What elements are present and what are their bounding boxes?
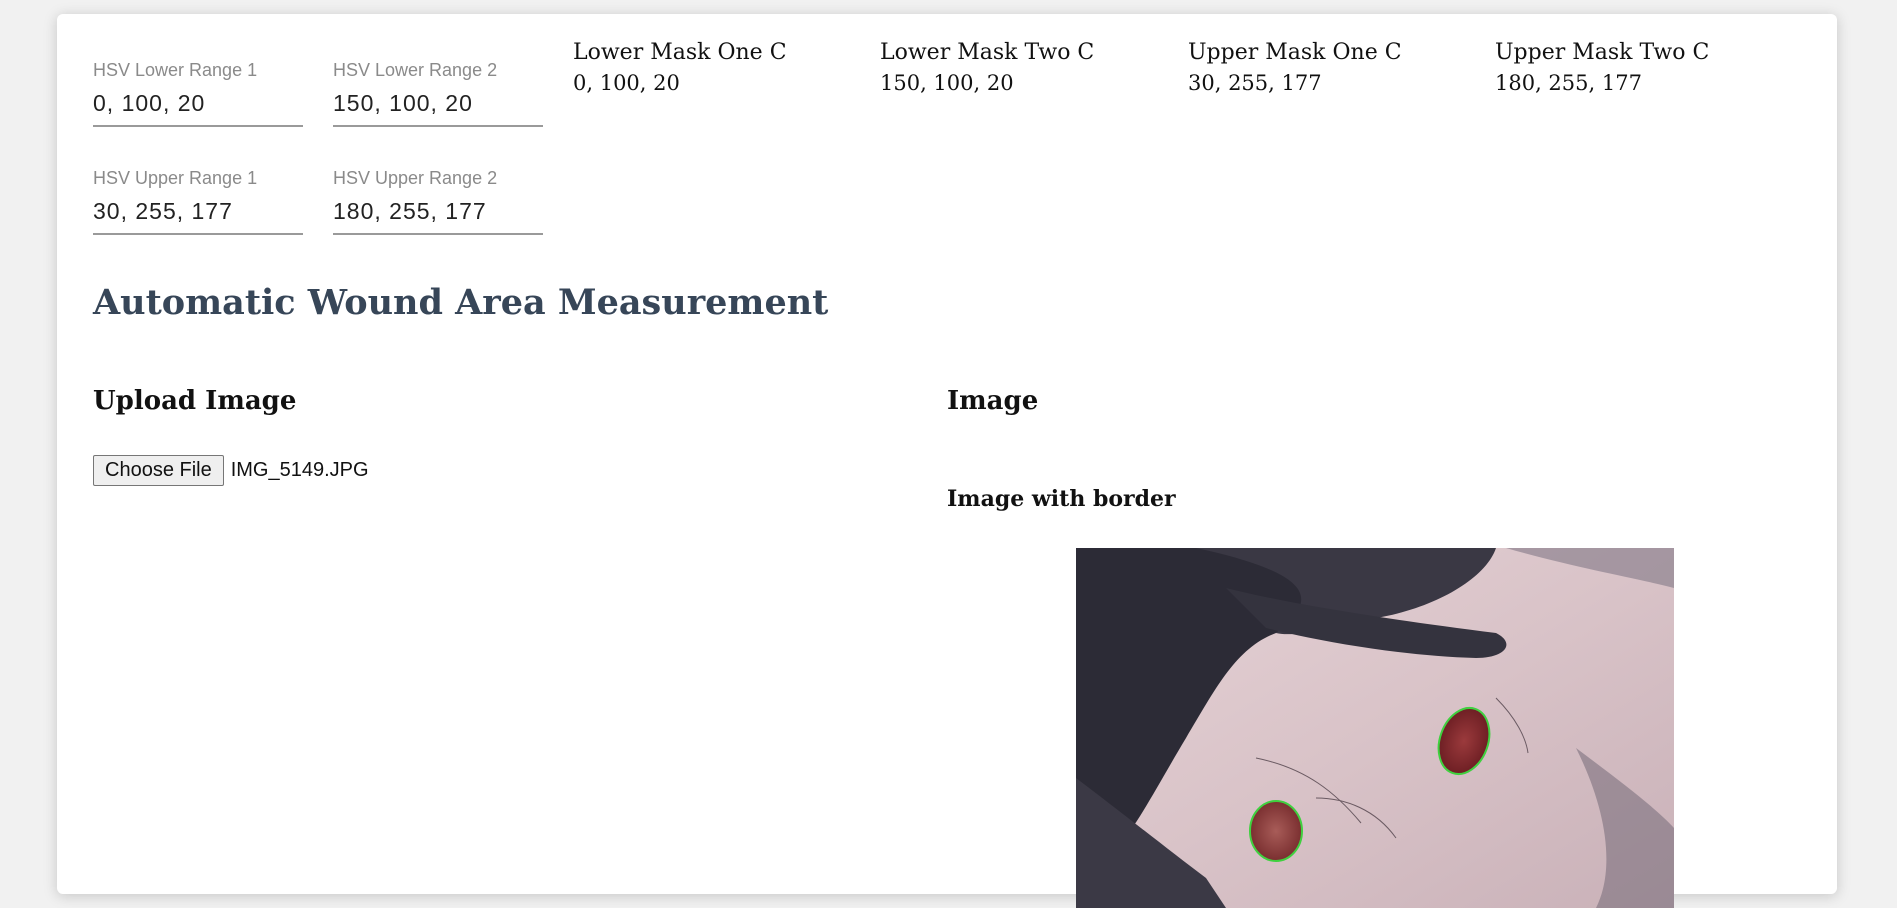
image-with-border-heading: Image with border <box>947 486 1176 512</box>
image-heading: Image <box>947 386 1039 416</box>
hsv-upper-range-2-label: HSV Upper Range 2 <box>333 168 498 188</box>
hsv-upper-range-1-label: HSV Upper Range 1 <box>93 168 258 188</box>
selected-file-name: IMG_5149.JPG <box>230 459 369 481</box>
lower-mask-two: Lower Mask Two C 150, 100, 20 <box>880 38 1094 98</box>
upper-mask-one-value: 30, 255, 177 <box>1188 71 1322 95</box>
hsv-upper-range-1-input[interactable] <box>93 192 303 235</box>
main-card: HSV Lower Range 1 HSV Lower Range 2 HSV … <box>57 14 1837 908</box>
lower-mask-one-title: Lower Mask One C <box>573 40 787 65</box>
hsv-lower-range-2-field: HSV Lower Range 2 <box>333 60 543 127</box>
upper-mask-two: Upper Mask Two C 180, 255, 177 <box>1495 38 1709 98</box>
hsv-upper-range-2-field: HSV Upper Range 2 <box>333 168 543 235</box>
hsv-lower-range-2-input[interactable] <box>333 84 543 127</box>
upper-mask-two-title: Upper Mask Two C <box>1495 40 1710 65</box>
lower-mask-two-title: Lower Mask Two C <box>880 40 1095 65</box>
page-title: Automatic Wound Area Measurement <box>93 282 829 323</box>
file-upload: Choose File IMG_5149.JPG <box>93 455 369 486</box>
upper-mask-one-title: Upper Mask One C <box>1188 40 1402 65</box>
hsv-lower-range-2-label: HSV Lower Range 2 <box>333 60 498 80</box>
hsv-lower-range-1-label: HSV Lower Range 1 <box>93 60 258 80</box>
hsv-upper-range-1-field: HSV Upper Range 1 <box>93 168 303 235</box>
hsv-lower-range-1-input[interactable] <box>93 84 303 127</box>
lower-mask-one: Lower Mask One C 0, 100, 20 <box>573 38 787 98</box>
lower-mask-two-value: 150, 100, 20 <box>880 71 1014 95</box>
lower-mask-one-value: 0, 100, 20 <box>573 71 680 95</box>
upper-mask-one: Upper Mask One C 30, 255, 177 <box>1188 38 1402 98</box>
hsv-upper-range-2-input[interactable] <box>333 192 543 235</box>
upload-image-heading: Upload Image <box>93 386 297 416</box>
hsv-lower-range-1-field: HSV Lower Range 1 <box>93 60 303 127</box>
upper-mask-two-value: 180, 255, 177 <box>1495 71 1642 95</box>
wound-2 <box>1249 800 1303 862</box>
wound-image <box>1076 548 1674 908</box>
wound-photo-svg <box>1076 548 1674 908</box>
choose-file-button[interactable]: Choose File <box>93 455 224 486</box>
